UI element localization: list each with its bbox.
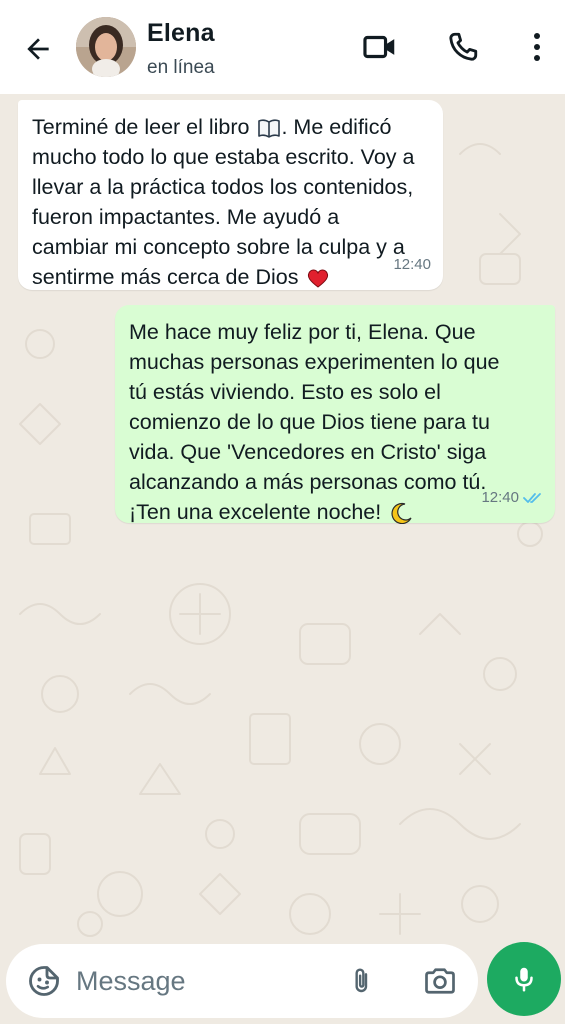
message-time: 12:40 [393,256,431,273]
read-ticks-icon [523,493,541,503]
mic-button[interactable] [487,942,561,1016]
more-options-icon[interactable] [517,27,557,67]
attach-icon[interactable] [342,961,382,1001]
incoming-message-bubble[interactable]: Terminé de leer el libro . Me edificó mu… [18,100,443,290]
avatar[interactable] [76,17,136,77]
contact-status: en línea [147,57,215,78]
back-arrow-icon[interactable] [18,29,58,69]
video-call-icon[interactable] [360,27,400,67]
mic-icon [515,967,533,992]
message-composer [6,944,478,1018]
message-text: Me hace muy feliz por ti, Elena. Que muc… [129,320,500,525]
message-input[interactable] [76,962,326,1000]
contact-name[interactable]: Elena [147,19,215,48]
book-emoji [258,119,281,139]
outgoing-message-bubble[interactable]: Me hace muy feliz por ti, Elena. Que muc… [115,305,555,525]
chat-area[interactable]: Terminé de leer el libro . Me edificó mu… [0,94,565,1024]
camera-icon[interactable] [420,961,460,1001]
sticker-icon[interactable] [24,961,64,1001]
message-text: Terminé de leer el libro . Me edificó mu… [32,115,415,289]
chat-header: Elena en línea [0,0,565,94]
message-time: 12:40 [481,483,543,513]
phone-icon[interactable] [443,27,483,67]
crescent-moon-emoji [391,503,412,525]
heart-emoji [308,269,329,288]
